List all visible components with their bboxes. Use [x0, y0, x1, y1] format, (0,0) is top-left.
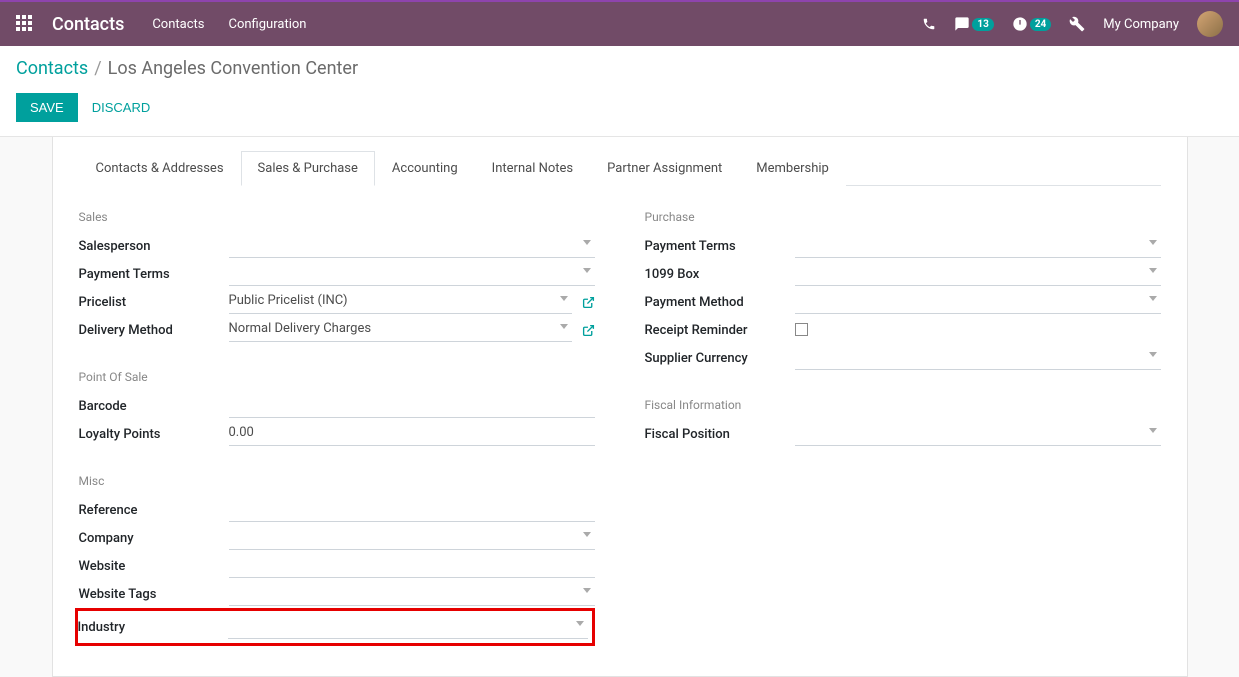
external-link-icon[interactable] [582, 324, 595, 337]
field-receipt-reminder[interactable] [795, 318, 1161, 342]
tab-membership[interactable]: Membership [739, 151, 846, 186]
section-purchase: Purchase Payment Terms 1099 Box Payment … [645, 210, 1161, 372]
chevron-down-icon [1149, 268, 1157, 273]
top-navbar: Contacts Contacts Configuration 13 24 My… [0, 0, 1239, 46]
section-fiscal: Fiscal Information Fiscal Position [645, 398, 1161, 448]
tab-partner-assignment[interactable]: Partner Assignment [590, 151, 739, 186]
breadcrumb-root[interactable]: Contacts [16, 58, 88, 79]
field-industry[interactable] [228, 615, 588, 639]
section-title-misc: Misc [79, 474, 595, 488]
field-payment-method[interactable] [795, 290, 1161, 314]
chevron-down-icon [1149, 240, 1157, 245]
chevron-down-icon [560, 296, 568, 301]
section-misc: Misc Reference Company Website Websi [79, 474, 595, 646]
label-website-tags: Website Tags [79, 587, 229, 602]
label-payment-method: Payment Method [645, 295, 795, 310]
field-reference[interactable] [229, 498, 595, 522]
phone-icon[interactable] [922, 17, 936, 31]
field-purchase-payment-terms[interactable] [795, 234, 1161, 258]
field-1099-box[interactable] [795, 262, 1161, 286]
label-industry: Industry [78, 620, 228, 635]
chevron-down-icon [583, 268, 591, 273]
form-sheet: Contacts & Addresses Sales & Purchase Ac… [52, 137, 1188, 677]
section-title-purchase: Purchase [645, 210, 1161, 224]
breadcrumb-current: Los Angeles Convention Center [108, 58, 358, 79]
chevron-down-icon [1149, 428, 1157, 433]
field-fiscal-position[interactable] [795, 422, 1161, 446]
label-loyalty-points: Loyalty Points [79, 427, 229, 442]
debug-icon[interactable] [1069, 16, 1085, 32]
label-salesperson: Salesperson [79, 239, 229, 254]
label-barcode: Barcode [79, 399, 229, 414]
chevron-down-icon [583, 240, 591, 245]
app-brand[interactable]: Contacts [52, 14, 124, 35]
label-pricelist: Pricelist [79, 295, 229, 310]
highlight-industry: Industry [75, 608, 595, 646]
activities-badge: 24 [1030, 18, 1051, 31]
label-company: Company [79, 531, 229, 546]
label-delivery-method: Delivery Method [79, 323, 229, 338]
chevron-down-icon [583, 588, 591, 593]
field-website-tags[interactable] [229, 582, 595, 606]
tab-contacts-addresses[interactable]: Contacts & Addresses [79, 151, 241, 186]
breadcrumb: Contacts / Los Angeles Convention Center [16, 58, 1223, 79]
company-name[interactable]: My Company [1103, 17, 1179, 32]
chevron-down-icon [576, 621, 584, 626]
user-avatar[interactable] [1197, 11, 1223, 37]
field-delivery-method[interactable]: Normal Delivery Charges [229, 318, 572, 342]
apps-icon[interactable] [16, 15, 34, 33]
page-header: Contacts / Los Angeles Convention Center… [0, 46, 1239, 137]
label-receipt-reminder: Receipt Reminder [645, 323, 795, 338]
section-title-pos: Point Of Sale [79, 370, 595, 384]
messages-icon[interactable]: 13 [954, 16, 993, 32]
chevron-down-icon [1149, 352, 1157, 357]
label-fiscal-position: Fiscal Position [645, 427, 795, 442]
field-website[interactable] [229, 554, 595, 578]
field-pricelist[interactable]: Public Pricelist (INC) [229, 290, 572, 314]
checkbox-receipt-reminder[interactable] [795, 323, 808, 336]
field-supplier-currency[interactable] [795, 346, 1161, 370]
tab-accounting[interactable]: Accounting [375, 151, 475, 186]
menu-contacts[interactable]: Contacts [152, 17, 204, 32]
section-sales: Sales Salesperson Payment Terms Pricelis… [79, 210, 595, 344]
save-button[interactable]: SAVE [16, 93, 78, 122]
section-title-fiscal: Fiscal Information [645, 398, 1161, 412]
chevron-down-icon [583, 532, 591, 537]
field-salesperson[interactable] [229, 234, 595, 258]
messages-badge: 13 [972, 18, 993, 31]
label-1099-box: 1099 Box [645, 267, 795, 282]
menu-configuration[interactable]: Configuration [229, 17, 307, 32]
tabs: Contacts & Addresses Sales & Purchase Ac… [79, 151, 1161, 186]
field-barcode[interactable] [229, 394, 595, 418]
section-pos: Point Of Sale Barcode Loyalty Points 0.0… [79, 370, 595, 448]
tab-internal-notes[interactable]: Internal Notes [475, 151, 590, 186]
activities-icon[interactable]: 24 [1012, 16, 1051, 32]
chevron-down-icon [560, 324, 568, 329]
label-website: Website [79, 559, 229, 574]
label-reference: Reference [79, 503, 229, 518]
label-supplier-currency: Supplier Currency [645, 351, 795, 366]
external-link-icon[interactable] [582, 296, 595, 309]
tab-sales-purchase[interactable]: Sales & Purchase [241, 151, 375, 186]
chevron-down-icon [1149, 296, 1157, 301]
field-company[interactable] [229, 526, 595, 550]
label-payment-terms: Payment Terms [79, 267, 229, 282]
section-title-sales: Sales [79, 210, 595, 224]
label-purchase-payment-terms: Payment Terms [645, 239, 795, 254]
field-payment-terms-sales[interactable] [229, 262, 595, 286]
field-loyalty-points[interactable]: 0.00 [229, 422, 595, 446]
discard-button[interactable]: DISCARD [92, 100, 151, 115]
